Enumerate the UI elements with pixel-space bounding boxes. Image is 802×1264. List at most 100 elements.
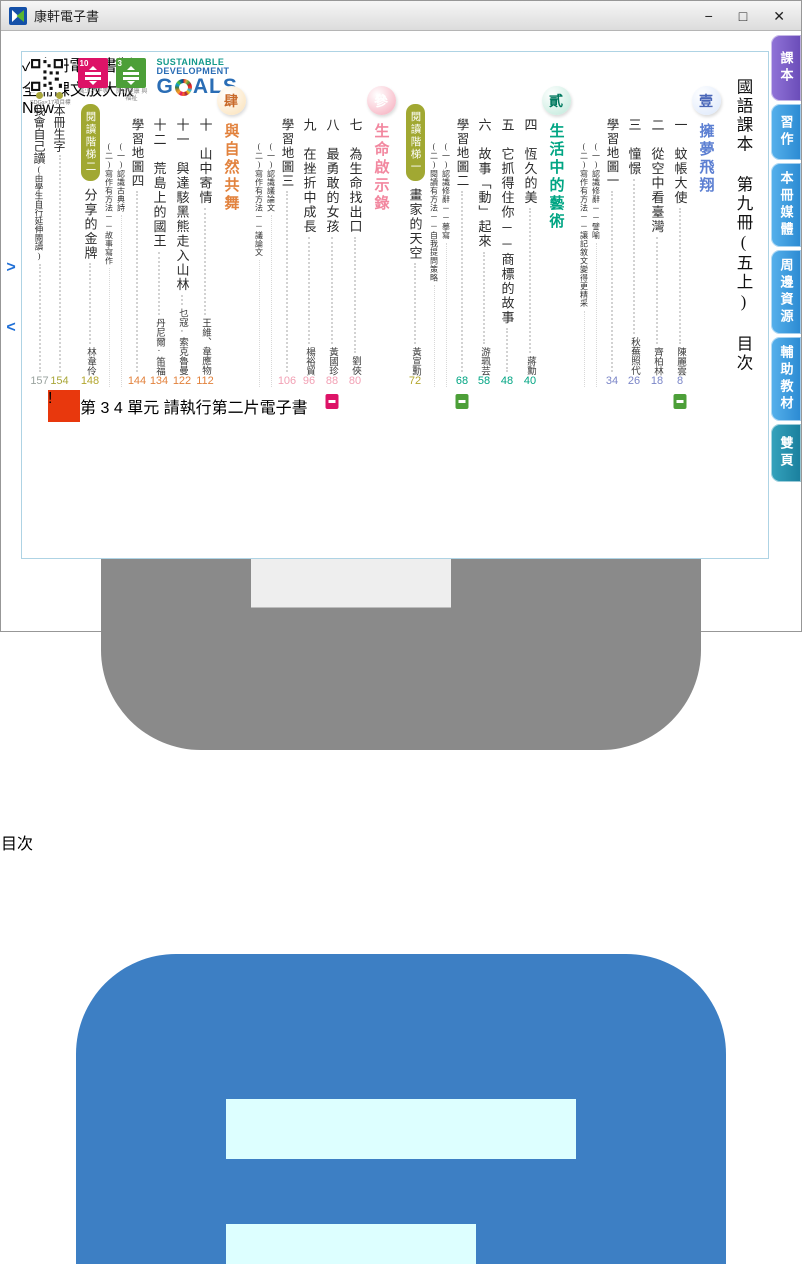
unit-numeral-badge: 貳	[542, 86, 571, 115]
page-number: 88	[326, 375, 338, 390]
toc-lesson[interactable]: 二 從空中看臺灣齊柏林18	[646, 74, 668, 390]
dotted-leader	[286, 191, 288, 372]
learning-map-sub: (一)認識議論文	[265, 118, 277, 390]
toc-lesson[interactable]: 十一 與達駭黑熊走入山林乜寇·索克魯曼122	[171, 74, 193, 390]
vertical-text: (二)寫作有方法──故事寫作	[104, 142, 115, 265]
learning-map-sub: (二)寫作有方法──讓記敘文變得更精采	[578, 118, 590, 390]
panel-tab-bookmarks[interactable]: 書籤	[1, 854, 801, 1264]
vertical-text: 三 憧憬	[625, 118, 644, 176]
vertical-text: 擁夢飛翔	[696, 123, 717, 195]
toc-unit-header: 壹擁夢飛翔	[692, 74, 720, 390]
dotted-leader	[181, 295, 183, 305]
vertical-text: (一)認識修辭──摹寫	[441, 142, 452, 240]
toc-lesson[interactable]: 七 為生命找出口劉俠80	[344, 74, 366, 390]
extra-title: 我會自己讀(由學生自行延伸閱讀)	[31, 104, 48, 261]
vertical-text: 楊裕貿	[302, 347, 316, 376]
dotted-leader	[331, 237, 333, 344]
vertical-text: (一)認識古典詩	[116, 142, 127, 212]
side-tab-workbook[interactable]: 習作	[771, 104, 801, 160]
page-number: 58	[478, 375, 490, 390]
toc-book-title: 國語課本 第九冊(五上) 目次	[728, 74, 758, 390]
titlebar: 康軒電子書 − □ ✕	[1, 1, 801, 31]
vertical-text: 一 蚊帳大使	[671, 118, 690, 205]
dotted-leader	[529, 208, 531, 353]
unit-4-badge: 4	[114, 400, 123, 417]
side-tab-teaching-aids[interactable]: 輔助教材	[771, 337, 801, 421]
dotted-leader	[39, 264, 41, 373]
dotted-leader	[506, 328, 508, 372]
vertical-text: 蔣勳	[523, 356, 537, 375]
side-tab-dual-page[interactable]: 雙頁	[771, 424, 801, 482]
toc-lesson[interactable]: 一 蚊帳大使陳麗雲8	[669, 74, 691, 390]
vertical-text: 六 故事「動」起來	[475, 118, 494, 249]
vertical-text: 學習地圖二	[453, 118, 472, 188]
dotted-leader	[446, 243, 447, 388]
toc-lesson[interactable]: 八 最勇敢的女孩黃國珍88	[321, 74, 343, 390]
vertical-text: (二)閱讀有方法──自我提問策略	[429, 142, 440, 282]
close-button[interactable]: ✕	[773, 9, 785, 23]
toc-lesson[interactable]: 五 它抓得住你──商標的故事48	[496, 74, 518, 390]
page-forward-chevron[interactable]: >	[4, 259, 18, 277]
toc-lesson[interactable]: 十 山中寄情王維、韋應物112	[194, 74, 216, 390]
vertical-text: 畫家的天空	[406, 188, 425, 261]
dotted-leader	[259, 260, 260, 388]
learning-map-sub: (一)認識修辭──譬喻	[590, 118, 602, 390]
table-of-contents: 國語課本 第九冊(五上) 目次壹擁夢飛翔一 蚊帳大使陳麗雲8二 從空中看臺灣齊柏…	[30, 74, 764, 390]
vertical-text: 十 山中寄情	[196, 118, 215, 205]
dotted-leader	[679, 208, 681, 344]
side-tab-coursebook[interactable]: 課本	[771, 35, 801, 101]
sdg-goal-number: 3	[118, 59, 122, 68]
page-back-chevron[interactable]: <	[4, 319, 18, 337]
vertical-text: 十二 荒島上的國王	[150, 118, 169, 249]
toc-learning-map[interactable]: 學習地圖一34(一)認識修辭──譬喻(二)寫作有方法──讓記敘文變得更精采	[578, 74, 622, 390]
vertical-text: 七 為生命找出口	[346, 118, 365, 234]
vertical-text: 乜寇·索克魯曼	[175, 308, 189, 375]
app-window: 康軒電子書 − □ ✕ > < 課本習作本冊媒體周邊資源輔助教材雙頁 SDGs×…	[0, 0, 802, 632]
maximize-button[interactable]: □	[739, 9, 747, 23]
vertical-text: 劉俠	[348, 356, 362, 375]
toc-unit-header: 貳生活中的藝術	[542, 74, 570, 390]
toc-lesson[interactable]: 十二 荒島上的國王丹尼爾·笛福134	[148, 74, 170, 390]
minimize-button[interactable]: −	[705, 9, 713, 23]
vertical-text: (二)寫作有方法──讓記敘文變得更精采	[579, 142, 590, 308]
panel-tab-toc-icon	[1, 812, 801, 829]
page-number: 40	[524, 375, 536, 390]
dotted-leader	[414, 263, 416, 344]
toc-learning-map[interactable]: 學習地圖三106(一)認識議論文(二)寫作有方法──議論文	[253, 74, 297, 390]
vertical-text: 八 最勇敢的女孩	[323, 118, 342, 234]
page-number: 157	[30, 375, 48, 390]
dotted-leader	[596, 243, 597, 388]
dotted-leader	[611, 191, 613, 372]
dotted-leader	[434, 285, 435, 387]
page-number: 122	[173, 375, 191, 390]
toc-extra[interactable]: 本冊生字154	[50, 74, 69, 390]
vertical-text: 生活中的藝術	[546, 123, 567, 231]
side-tab-strip: 課本習作本冊媒體周邊資源輔助教材雙頁	[771, 35, 801, 589]
learning-map-sub: (一)認識古典詩	[115, 118, 127, 390]
bullet-icon	[56, 92, 63, 99]
toc-lesson[interactable]: 九 在挫折中成長楊裕貿96	[298, 74, 320, 390]
book-page: SDGs×17項目標 10減少不平等3良好健康 與福祉 SUSTAINABLE …	[21, 51, 769, 559]
vertical-text: 分享的金牌	[81, 188, 100, 261]
toc-learning-map[interactable]: 學習地圖四144(一)認識古典詩(二)寫作有方法──故事寫作	[103, 74, 147, 390]
page-number: 154	[50, 375, 68, 390]
notice-message: 請執行第二片電子書	[164, 400, 308, 417]
vertical-text: 與自然共舞	[221, 123, 242, 213]
side-tab-book-media[interactable]: 本冊媒體	[771, 163, 801, 247]
dotted-leader	[354, 237, 356, 353]
toc-reading-ladder[interactable]: 閱讀階梯二分享的金牌林韋伶148	[78, 74, 102, 390]
dotted-leader	[89, 263, 91, 344]
toc-lesson[interactable]: 六 故事「動」起來游珮芸58	[473, 74, 495, 390]
vertical-text: 丹尼爾·笛福	[152, 318, 166, 376]
toc-reading-ladder[interactable]: 閱讀階梯一畫家的天空黃宣勳72	[403, 74, 427, 390]
dotted-leader	[136, 191, 138, 372]
vertical-text: 齊柏林	[650, 347, 664, 376]
toc-learning-map[interactable]: 學習地圖二68(一)認識修辭──摹寫(二)閱讀有方法──自我提問策略	[428, 74, 472, 390]
toc-extra[interactable]: 我會自己讀(由學生自行延伸閱讀) 157	[30, 74, 49, 390]
page-number: 48	[501, 375, 513, 390]
side-tab-peripheral-resources[interactable]: 周邊資源	[771, 250, 801, 334]
toc-lesson[interactable]: 三 憧憬秋蕪照代26	[623, 74, 645, 390]
toc-lesson[interactable]: 四 恆久的美蔣勳40	[519, 74, 541, 390]
vertical-text: 學習地圖一	[603, 118, 622, 188]
vertical-text: 九 在挫折中成長	[300, 118, 319, 234]
